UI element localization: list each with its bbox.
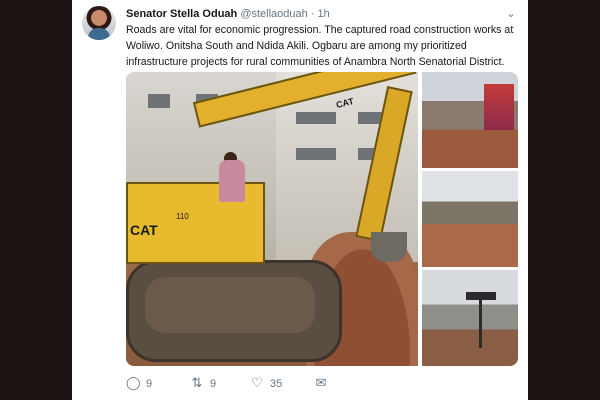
reply-count: 9 xyxy=(146,378,153,390)
window xyxy=(296,148,336,160)
reply-button[interactable]: ◯ 9 xyxy=(126,374,152,392)
retweet-icon: ⇅ xyxy=(191,375,203,390)
campaign-poster xyxy=(484,84,514,130)
street-scene xyxy=(422,270,518,366)
retweet-button[interactable]: ⇅ 9 xyxy=(190,374,217,392)
tweet-header: Senator Stella Oduah @stellaoduah · 1h xyxy=(126,7,506,23)
excavator-bucket xyxy=(371,232,407,262)
reply-icon: ◯ xyxy=(126,375,141,390)
photo-roadside-poster[interactable] xyxy=(422,72,518,168)
window xyxy=(296,112,336,124)
sign-post xyxy=(479,300,482,348)
like-count: 35 xyxy=(270,378,283,390)
tweet-card[interactable]: Senator Stella Oduah @stellaoduah · 1h ⌄… xyxy=(72,0,528,400)
like-button[interactable]: ♡ 35 xyxy=(250,374,282,392)
body-brand-label: CAT xyxy=(130,222,158,238)
tweet-time[interactable]: 1h xyxy=(318,8,330,20)
retweet-count: 9 xyxy=(210,378,217,390)
avatar[interactable] xyxy=(82,6,116,40)
excavator-track xyxy=(126,260,342,362)
track-inner xyxy=(145,277,315,333)
direct-message-button[interactable]: ✉ xyxy=(314,374,334,392)
dot-separator: · xyxy=(310,8,315,20)
tweet-actions: ◯ 9 ⇅ 9 ♡ 35 ✉ xyxy=(126,374,518,392)
right-frame-border xyxy=(528,0,600,400)
tweet-media-grid: CAT 110 CAT xyxy=(126,72,518,366)
window xyxy=(148,94,170,108)
left-frame-border xyxy=(0,0,72,400)
photo-street-sign[interactable] xyxy=(422,270,518,366)
model-number-label: 110 xyxy=(176,212,189,221)
street-sign xyxy=(466,292,496,300)
road-work-scene xyxy=(422,171,518,267)
chevron-down-icon[interactable]: ⌄ xyxy=(504,7,518,21)
heart-icon: ♡ xyxy=(251,375,263,390)
photo-excavator[interactable]: CAT 110 CAT xyxy=(126,72,418,366)
tweet-text: Roads are vital for economic progression… xyxy=(126,24,514,68)
author-handle[interactable]: @stellaoduah xyxy=(240,8,307,20)
author-name[interactable]: Senator Stella Oduah xyxy=(126,8,237,20)
operator xyxy=(219,160,245,202)
mail-icon: ✉ xyxy=(315,375,327,390)
photo-road-work[interactable] xyxy=(422,171,518,267)
